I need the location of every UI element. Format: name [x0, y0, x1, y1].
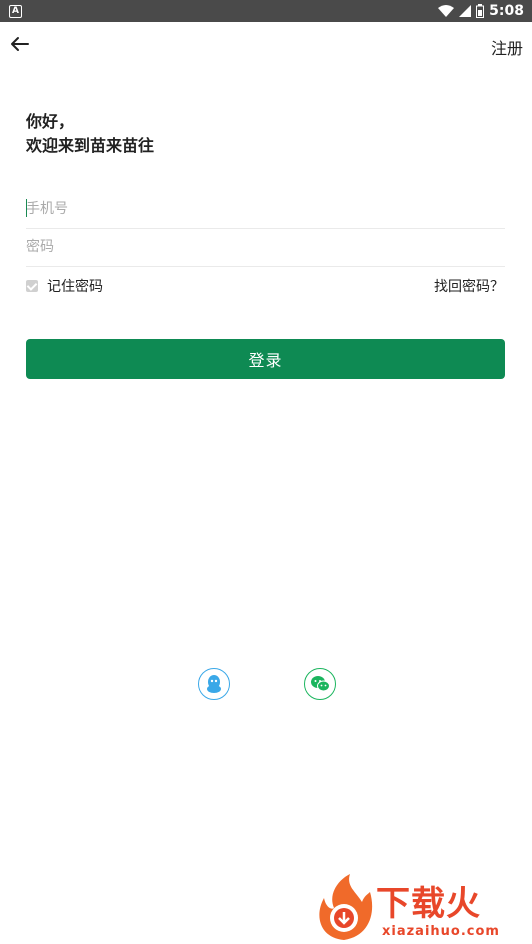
- remember-password-checkbox[interactable]: 记住密码: [26, 276, 103, 296]
- arrow-left-icon: [11, 37, 29, 51]
- battery-icon: [476, 4, 485, 18]
- watermark-url: xiazaihuo.com: [382, 924, 500, 939]
- flame-logo-icon: [319, 874, 373, 940]
- watermark-brand: 下载火: [376, 884, 481, 924]
- status-icons: 5:08: [438, 0, 524, 22]
- clock: 5:08: [489, 3, 524, 19]
- qq-icon: [207, 675, 221, 693]
- back-button[interactable]: [8, 33, 32, 55]
- wifi-icon: [438, 5, 455, 17]
- status-bar: A 5:08: [0, 0, 532, 22]
- phone-input[interactable]: [26, 190, 505, 229]
- watermark: 下载火 xiazaihuo.com: [312, 872, 532, 944]
- app-notification-icon: A: [9, 5, 22, 18]
- checkbox-icon: [26, 280, 38, 292]
- remember-password-label: 记住密码: [47, 279, 103, 295]
- forgot-password-link[interactable]: 找回密码？: [434, 276, 504, 296]
- login-button[interactable]: 登录: [26, 339, 505, 379]
- register-link[interactable]: 注册: [491, 35, 523, 59]
- welcome-heading: 你好， 欢迎来到苗来苗往: [26, 110, 154, 158]
- text-cursor: [26, 199, 27, 217]
- greeting-line1: 你好，: [26, 112, 75, 131]
- greeting-line2: 欢迎来到苗来苗往: [26, 136, 155, 155]
- wechat-login-button[interactable]: [304, 668, 336, 700]
- password-input[interactable]: [26, 228, 505, 267]
- wechat-icon: [311, 676, 330, 692]
- qq-login-button[interactable]: [198, 668, 230, 700]
- signal-icon: [459, 5, 472, 17]
